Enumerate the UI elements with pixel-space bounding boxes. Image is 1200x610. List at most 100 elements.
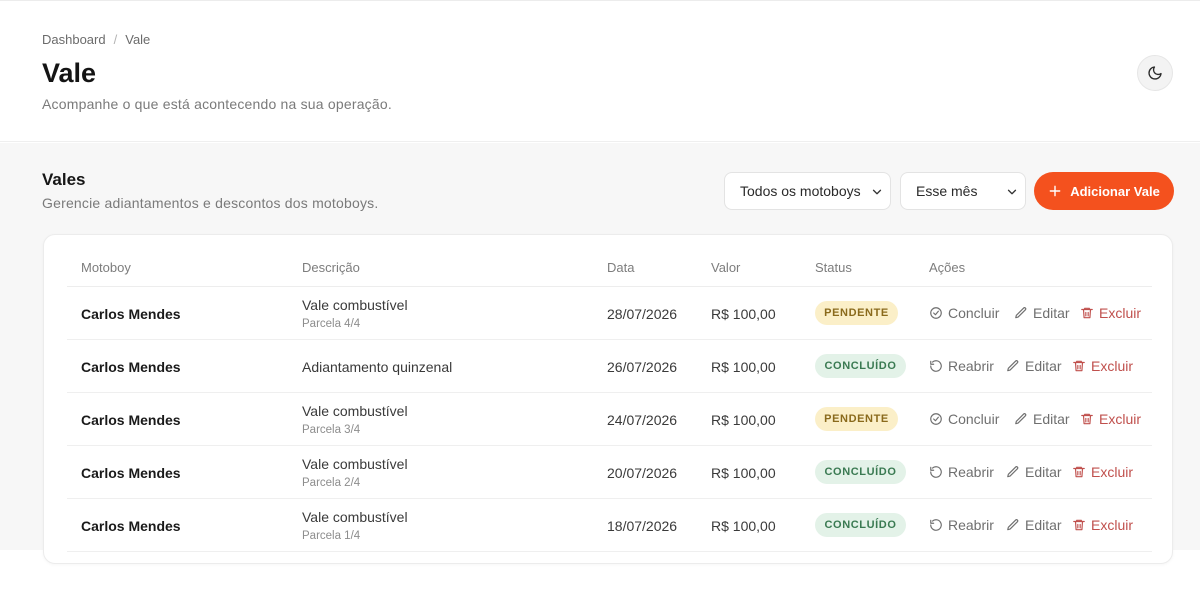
check-circle-icon — [930, 307, 942, 319]
breadcrumb-separator: / — [113, 32, 118, 47]
chevron-down-icon — [872, 189, 882, 195]
edit-label: Editar — [1025, 464, 1062, 480]
edit-button[interactable]: Editar — [1014, 411, 1070, 427]
motoboy-name: Carlos Mendes — [81, 306, 181, 322]
delete-button[interactable]: Excluir — [1080, 411, 1141, 427]
reabrir-button[interactable]: Reabrir — [929, 358, 994, 374]
page-title: Vale — [42, 58, 97, 88]
column-header-motoboy: Motoboy — [81, 260, 131, 275]
motoboy-name: Carlos Mendes — [81, 518, 181, 534]
description: Vale combustível — [302, 297, 408, 313]
concluir-button[interactable]: Concluir — [929, 411, 999, 427]
pencil-icon — [1015, 307, 1027, 319]
check-circle-icon — [930, 413, 942, 425]
table-row: Carlos Mendes Vale combustível Parcela 3/4… — [67, 393, 1152, 446]
pencil-icon — [1007, 519, 1019, 531]
delete-label: Excluir — [1091, 517, 1134, 533]
edit-button[interactable]: Editar — [1006, 358, 1062, 374]
column-header-status: Status — [815, 260, 852, 275]
vales-table: Motoboy Descrição Data Valor Status Açõe… — [43, 234, 1173, 564]
installment: Parcela 1/4 — [302, 530, 361, 542]
add-vale-label: Adicionar Vale — [1070, 183, 1160, 199]
action-label: Reabrir — [948, 358, 994, 374]
description: Vale combustível — [302, 456, 408, 472]
reabrir-button[interactable]: Reabrir — [929, 517, 994, 533]
concluir-button[interactable]: Concluir — [929, 305, 999, 321]
motoboy-filter-value: Todos os motoboys — [740, 183, 861, 199]
delete-label: Excluir — [1099, 411, 1142, 427]
status-badge: PENDENTE — [815, 407, 898, 431]
trash-icon — [1073, 466, 1085, 478]
table-row: Carlos Mendes Vale combustível Parcela 2/4… — [67, 446, 1152, 499]
pencil-icon — [1015, 413, 1027, 425]
motoboy-name: Carlos Mendes — [81, 359, 181, 375]
action-label: Concluir — [948, 411, 1000, 427]
delete-label: Excluir — [1091, 464, 1134, 480]
date: 28/07/2026 — [607, 306, 678, 322]
edit-button[interactable]: Editar — [1006, 464, 1062, 480]
edit-label: Editar — [1025, 517, 1062, 533]
motoboy-filter-select[interactable]: Todos os motoboys — [724, 172, 891, 210]
status-badge: CONCLUÍDO — [815, 354, 906, 378]
date: 26/07/2026 — [607, 359, 678, 375]
edit-button[interactable]: Editar — [1006, 517, 1062, 533]
action-label: Reabrir — [948, 464, 994, 480]
reabrir-button[interactable]: Reabrir — [929, 464, 994, 480]
installment: Parcela 2/4 — [302, 477, 361, 489]
rotate-ccw-icon — [930, 360, 942, 372]
column-header-value: Valor — [711, 260, 741, 275]
page-subtitle: Acompanhe o que está acontecendo na sua … — [42, 96, 392, 112]
description: Vale combustível — [302, 509, 408, 525]
date: 20/07/2026 — [607, 465, 678, 481]
column-header-description: Descrição — [302, 260, 360, 275]
plus-icon — [1049, 185, 1061, 197]
breadcrumb-dashboard[interactable]: Dashboard — [42, 32, 106, 47]
chevron-down-icon — [1007, 189, 1017, 195]
delete-button[interactable]: Excluir — [1072, 358, 1133, 374]
table-row: Carlos Mendes Adiantamento quinzenal 26/07… — [67, 340, 1152, 393]
date: 18/07/2026 — [607, 518, 678, 534]
period-filter-value: Esse mês — [916, 183, 978, 199]
value: R$ 100,00 — [711, 359, 776, 375]
value: R$ 100,00 — [711, 306, 776, 322]
breadcrumb: Dashboard / Vale — [42, 32, 150, 47]
status-badge: PENDENTE — [815, 301, 898, 325]
column-header-date: Data — [607, 260, 635, 275]
table-row: Carlos Mendes Vale combustível Parcela 4/4… — [67, 287, 1152, 340]
edit-label: Editar — [1033, 411, 1070, 427]
edit-button[interactable]: Editar — [1014, 305, 1070, 321]
rotate-ccw-icon — [930, 466, 942, 478]
section-title: Vales — [42, 170, 86, 189]
installment: Parcela 3/4 — [302, 424, 361, 436]
period-filter-select[interactable]: Esse mês — [900, 172, 1026, 210]
description: Adiantamento quinzenal — [302, 359, 453, 375]
moon-icon — [1148, 66, 1162, 80]
rotate-ccw-icon — [930, 519, 942, 531]
date: 24/07/2026 — [607, 412, 678, 428]
delete-label: Excluir — [1099, 305, 1142, 321]
trash-icon — [1073, 519, 1085, 531]
delete-button[interactable]: Excluir — [1080, 305, 1141, 321]
status-badge: CONCLUÍDO — [815, 460, 906, 484]
trash-icon — [1073, 360, 1085, 372]
value: R$ 100,00 — [711, 518, 776, 534]
value: R$ 100,00 — [711, 465, 776, 481]
edit-label: Editar — [1033, 305, 1070, 321]
column-header-actions: Ações — [929, 260, 966, 275]
description: Vale combustível — [302, 403, 408, 419]
pencil-icon — [1007, 466, 1019, 478]
section-subtitle: Gerencie adiantamentos e descontos dos m… — [42, 195, 379, 211]
main-content: Vales Gerencie adiantamentos e descontos… — [0, 143, 1200, 564]
delete-label: Excluir — [1091, 358, 1134, 374]
edit-label: Editar — [1025, 358, 1062, 374]
add-vale-button[interactable]: Adicionar Vale — [1034, 172, 1174, 210]
trash-icon — [1081, 413, 1093, 425]
theme-toggle-button[interactable] — [1137, 55, 1173, 91]
delete-button[interactable]: Excluir — [1072, 464, 1133, 480]
delete-button[interactable]: Excluir — [1072, 517, 1133, 533]
motoboy-name: Carlos Mendes — [81, 465, 181, 481]
motoboy-name: Carlos Mendes — [81, 412, 181, 428]
table-row: Carlos Mendes Vale combustível Parcela 1/4… — [67, 499, 1152, 552]
installment: Parcela 4/4 — [302, 318, 361, 330]
page-header: Dashboard / Vale Vale Acompanhe o que está… — [0, 0, 1200, 142]
